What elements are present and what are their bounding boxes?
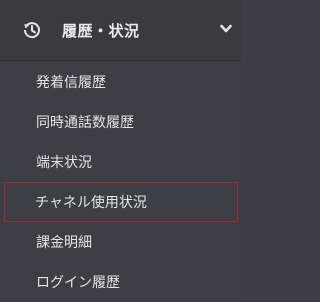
menu-item-concurrent-calls-history[interactable]: 同時通話数履歴: [0, 102, 242, 142]
menu-item-label: 発着信履歴: [36, 75, 106, 91]
menu-item-label: チャネル使用状況: [35, 195, 147, 211]
chevron-down-icon[interactable]: [220, 24, 232, 34]
sidebar-panel: 履歴・状況 発着信履歴 同時通話数履歴 端末状況 チャネル使用状況 課金明細 ロ…: [0, 0, 242, 302]
menu-item-label: 同時通話数履歴: [36, 115, 134, 131]
group-title: 履歴・状況: [62, 21, 140, 40]
menu-item-label: ログイン履歴: [36, 275, 120, 291]
menu-item-call-history[interactable]: 発着信履歴: [0, 62, 242, 102]
header-divider: [0, 60, 242, 61]
menu-item-terminal-status[interactable]: 端末状況: [0, 142, 242, 182]
menu-item-login-history[interactable]: ログイン履歴: [0, 262, 242, 302]
history-status-menu: 発着信履歴 同時通話数履歴 端末状況 チャネル使用状況 課金明細 ログイン履歴: [0, 62, 242, 302]
history-icon: [22, 20, 42, 40]
menu-item-label: 端末状況: [36, 155, 92, 171]
history-status-group-header[interactable]: 履歴・状況: [0, 0, 242, 60]
menu-item-label: 課金明細: [36, 235, 92, 251]
menu-item-billing-details[interactable]: 課金明細: [0, 222, 242, 262]
menu-item-channel-usage[interactable]: チャネル使用状況: [4, 182, 238, 222]
